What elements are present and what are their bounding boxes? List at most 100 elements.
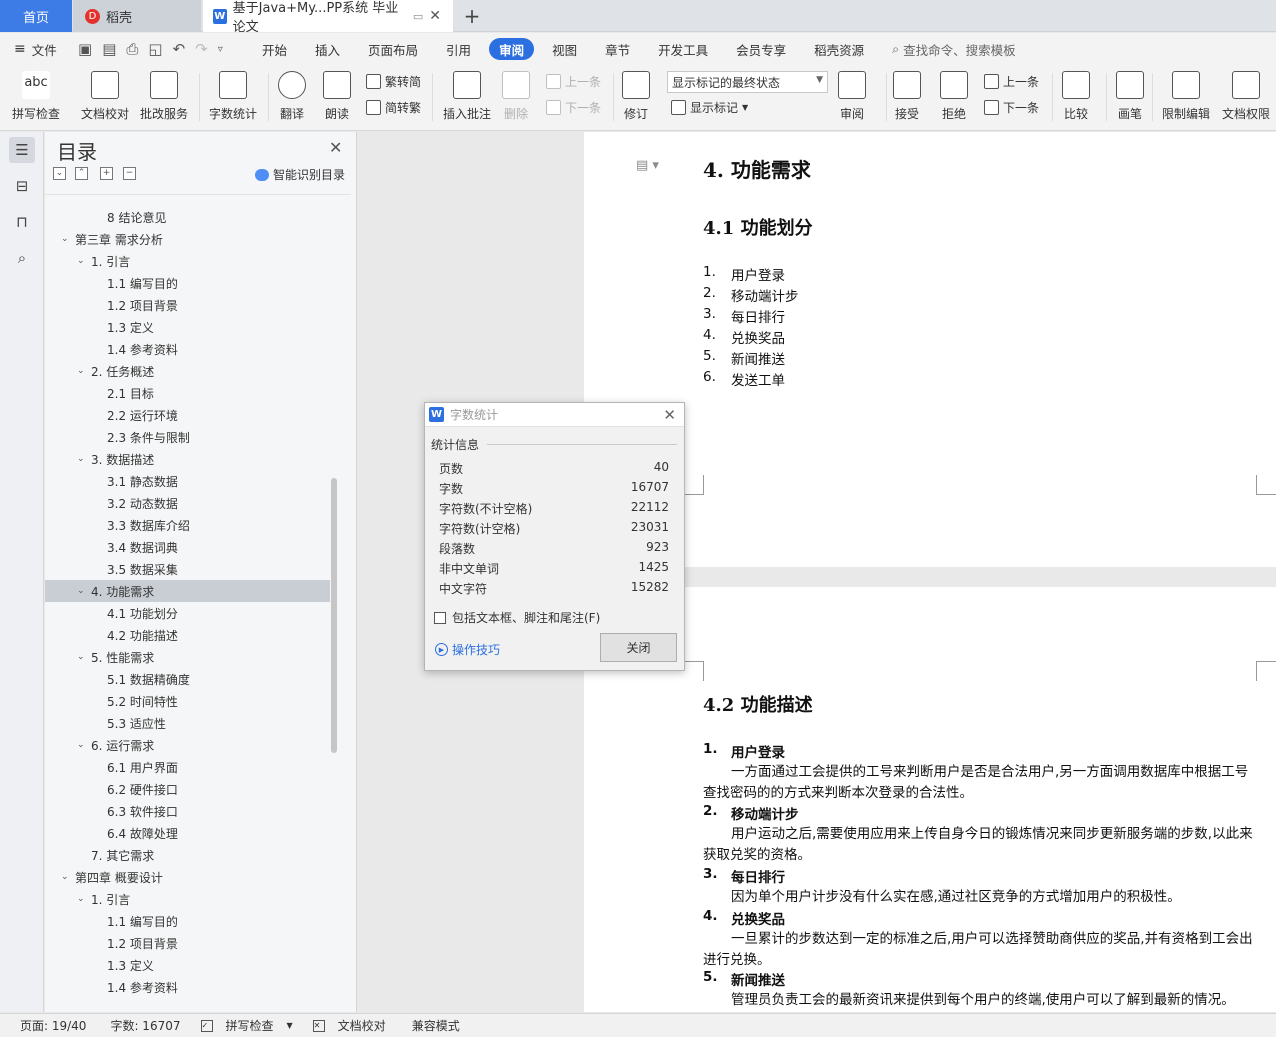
search-icon[interactable]: ⌕ — [9, 245, 35, 271]
chevron-down-icon[interactable]: ⌄ — [77, 366, 91, 376]
chevron-down-icon[interactable]: ⌄ — [77, 652, 91, 662]
compare-button[interactable]: 比较 — [1062, 71, 1090, 122]
outline-item[interactable]: ⌄ 第三章 需求分析 — [45, 228, 330, 250]
outline-item[interactable]: 1.3 定义 — [45, 316, 330, 338]
close-tab-icon[interactable]: ✕ — [429, 8, 441, 24]
outline-item[interactable]: 4.2 功能描述 — [45, 624, 330, 646]
outline-item[interactable]: 6.3 软件接口 — [45, 800, 330, 822]
tab-document[interactable]: W 基于Java+My...PP系统 毕业论文 ▭ ✕ — [203, 0, 453, 35]
chevron-down-icon[interactable]: ⌄ — [77, 454, 91, 464]
simp-to-trad-button[interactable]: 简转繁 — [366, 99, 421, 116]
undo-icon[interactable]: ↶ — [173, 40, 186, 58]
outline-item[interactable]: 1.1 编写目的 — [45, 272, 330, 294]
pen-button[interactable]: 画笔 — [1116, 71, 1144, 122]
new-tab-button[interactable]: + — [462, 0, 482, 32]
outline-item[interactable]: 8 结论意见 — [45, 206, 330, 228]
close-icon[interactable]: ✕ — [663, 406, 676, 424]
outline-item[interactable]: ⌄ 1. 引言 — [45, 888, 330, 910]
print-icon[interactable]: ⎙ — [126, 40, 138, 58]
outline-item[interactable]: 5.3 适应性 — [45, 712, 330, 734]
outline-item[interactable]: ⌄ 4. 功能需求 — [45, 580, 330, 602]
collapse-icon[interactable]: ⌄ — [53, 167, 66, 180]
doc-check-button[interactable]: 文档校对 — [81, 71, 129, 122]
outline-item[interactable]: 3.4 数据词典 — [45, 536, 330, 558]
menu-reference[interactable]: 引用 — [432, 38, 485, 60]
prev-change-button[interactable]: 上一条 — [984, 73, 1039, 90]
outline-item[interactable]: 3.5 数据采集 — [45, 558, 330, 580]
print-preview-icon[interactable]: ◱ — [148, 40, 162, 58]
status-doc-check[interactable]: ✕ 文档校对 — [303, 1017, 386, 1034]
outline-item[interactable]: 5.1 数据精确度 — [45, 668, 330, 690]
outline-item[interactable]: 2.3 条件与限制 — [45, 426, 330, 448]
bookmark-icon[interactable]: ⊓ — [9, 209, 35, 235]
chapter-nav-icon[interactable]: ⊟ — [9, 173, 35, 199]
smart-toc-button[interactable]: 智能识别目录 — [255, 166, 345, 183]
menu-developer[interactable]: 开发工具 — [644, 38, 722, 60]
page-indicator[interactable]: 页面: 19/40 — [10, 1017, 86, 1034]
command-search[interactable]: ⌕ 查找命令、搜索模板 — [892, 40, 1016, 59]
track-changes-button[interactable]: 修订 — [622, 71, 650, 122]
outline-item[interactable]: ⌄ 3. 数据描述 — [45, 448, 330, 470]
outline-item[interactable]: ⌄ 6. 运行需求 — [45, 734, 330, 756]
show-markup-button[interactable]: 显示标记 ▼ — [671, 99, 748, 116]
close-button[interactable]: 关闭 — [600, 633, 677, 662]
outline-item[interactable]: ⌄ 2. 任务概述 — [45, 360, 330, 382]
menu-page-layout[interactable]: 页面布局 — [354, 38, 432, 60]
revise-service-button[interactable]: 批改服务 — [140, 71, 188, 122]
tab-daoke[interactable]: D 稻壳 — [73, 0, 201, 32]
outline-scrollbar[interactable] — [331, 478, 337, 753]
outline-item[interactable]: 6.1 用户界面 — [45, 756, 330, 778]
export-pdf-icon[interactable]: ▤ — [102, 40, 116, 58]
outline-item[interactable]: 4.1 功能划分 — [45, 602, 330, 624]
doc-rights-button[interactable]: 文档权限 — [1222, 71, 1270, 122]
page-view-icon[interactable]: ▤ ▾ — [636, 158, 659, 173]
outline-item[interactable]: 1.2 项目背景 — [45, 932, 330, 954]
word-count-button[interactable]: 字数统计 — [209, 71, 257, 122]
outline-item[interactable]: 3.1 静态数据 — [45, 470, 330, 492]
expand-icon[interactable]: ⌃ — [75, 167, 88, 180]
outline-item[interactable]: 5.2 时间特性 — [45, 690, 330, 712]
chevron-down-icon[interactable]: ⌄ — [77, 894, 91, 904]
review-pane-button[interactable]: 审阅 — [838, 71, 866, 122]
delete-comment-button[interactable]: 删除 — [502, 71, 530, 122]
outline-item[interactable]: ⌄ 5. 性能需求 — [45, 646, 330, 668]
reject-button[interactable]: 拒绝 — [940, 71, 968, 122]
menu-view[interactable]: 视图 — [538, 38, 591, 60]
read-aloud-button[interactable]: 朗读 — [323, 71, 351, 122]
chevron-down-icon[interactable]: ⌄ — [77, 740, 91, 750]
outline-item[interactable]: 2.1 目标 — [45, 382, 330, 404]
redo-icon[interactable]: ↷ — [195, 40, 208, 58]
word-count-indicator[interactable]: 字数: 16707 — [100, 1017, 180, 1034]
include-textbox-checkbox[interactable]: 包括文本框、脚注和尾注(F) — [434, 609, 600, 626]
outline-item[interactable]: 3.3 数据库介绍 — [45, 514, 330, 536]
outline-item[interactable]: 1.1 编写目的 — [45, 910, 330, 932]
outline-item[interactable]: 1.4 参考资料 — [45, 976, 330, 998]
customize-chevron-icon[interactable]: ▿ — [218, 44, 223, 55]
outline-item[interactable]: 3.2 动态数据 — [45, 492, 330, 514]
restrict-edit-button[interactable]: 限制编辑 — [1162, 71, 1210, 122]
menu-chapter[interactable]: 章节 — [591, 38, 644, 60]
outline-item[interactable]: 1.4 参考资料 — [45, 338, 330, 360]
next-change-button[interactable]: 下一条 — [984, 99, 1039, 116]
outline-item[interactable]: ⌄ 1. 引言 — [45, 250, 330, 272]
menu-insert[interactable]: 插入 — [301, 38, 354, 60]
outline-item[interactable]: 2.2 运行环境 — [45, 404, 330, 426]
tips-link[interactable]: ▶ 操作技巧 — [435, 641, 500, 658]
outline-item[interactable]: 1.2 项目背景 — [45, 294, 330, 316]
file-menu[interactable]: ≡ 文件 — [0, 40, 72, 59]
chevron-down-icon[interactable]: ⌄ — [61, 234, 75, 244]
menu-member[interactable]: 会员专享 — [722, 38, 800, 60]
menu-daoke-resources[interactable]: 稻壳资源 — [800, 38, 878, 60]
outline-panel-icon[interactable]: ☰ — [9, 137, 35, 163]
insert-comment-button[interactable]: 插入批注 — [443, 71, 491, 122]
menu-start[interactable]: 开始 — [248, 38, 301, 60]
add-heading-icon[interactable]: + — [100, 167, 113, 180]
chevron-down-icon[interactable]: ⌄ — [77, 256, 91, 266]
markup-state-select[interactable]: 显示标记的最终状态 ▼ — [667, 71, 828, 93]
accept-button[interactable]: 接受 — [893, 71, 921, 122]
close-panel-icon[interactable]: ✕ — [329, 138, 342, 157]
prev-comment-button[interactable]: 上一条 — [546, 73, 601, 90]
outline-item[interactable]: 6.2 硬件接口 — [45, 778, 330, 800]
outline-item[interactable]: ⌄ 第四章 概要设计 — [45, 866, 330, 888]
menu-review[interactable]: 审阅 — [489, 38, 535, 60]
